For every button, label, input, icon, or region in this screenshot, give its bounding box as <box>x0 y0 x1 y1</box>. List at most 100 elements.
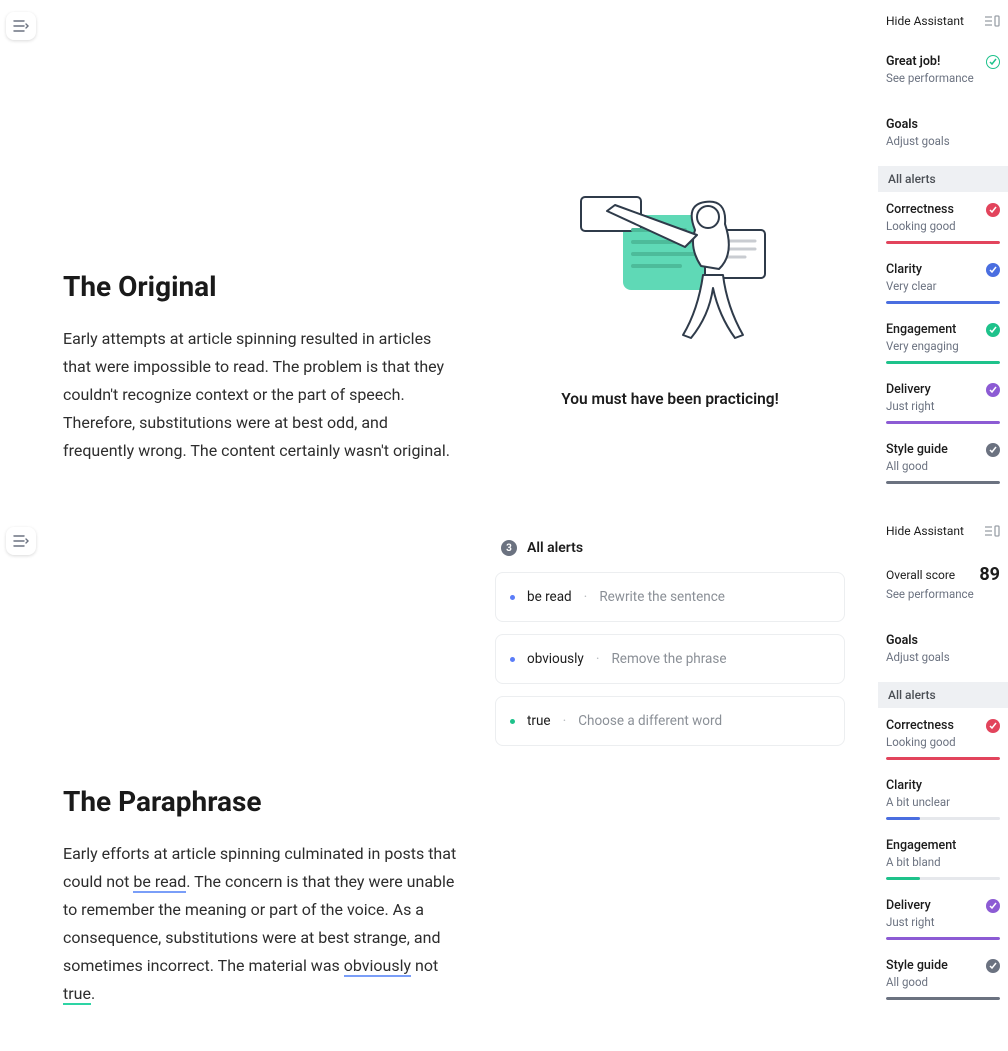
goals-label: Goals <box>886 117 918 132</box>
alert-card-obviously[interactable]: obviously · Remove the phrase <box>495 634 845 684</box>
assistant-panel-2: Hide Assistant Overall score 89 See perf… <box>878 510 1008 1008</box>
outline-icon <box>13 19 29 33</box>
category-bar <box>886 937 1000 940</box>
check-badge-icon <box>986 203 1000 217</box>
category-name: Style guide <box>886 958 948 973</box>
suggestion-be-read[interactable]: be read <box>133 872 186 893</box>
all-alerts-tab[interactable]: All alerts <box>878 682 1008 708</box>
alert-card-be-read[interactable]: be read · Rewrite the sentence <box>495 572 845 622</box>
alert-hint: Remove the phrase <box>611 651 726 667</box>
panel-collapse-icon <box>984 525 1000 537</box>
section-title-paraphrase: The Paraphrase <box>63 785 458 818</box>
alert-separator: · <box>584 589 588 605</box>
category-sub: Looking good <box>886 735 1000 749</box>
category-name: Delivery <box>886 898 931 913</box>
category-name: Engagement <box>886 838 956 853</box>
alert-dot-icon <box>510 657 515 662</box>
check-badge-icon <box>986 263 1000 277</box>
category-delivery[interactable]: Delivery Just right <box>878 888 1008 948</box>
alert-hint: Rewrite the sentence <box>599 589 725 605</box>
alerts-header[interactable]: 3 All alerts <box>495 532 845 572</box>
panel-collapse-icon <box>984 15 1000 27</box>
check-badge-icon <box>986 719 1000 733</box>
checkmark-ring-icon <box>986 55 1000 69</box>
alert-card-true[interactable]: true · Choose a different word <box>495 696 845 746</box>
category-correctness[interactable]: Correctness Looking good <box>878 192 1008 252</box>
category-name: Clarity <box>886 778 922 793</box>
outline-icon <box>13 534 29 548</box>
category-bar <box>886 421 1000 424</box>
category-bar <box>886 757 1000 760</box>
category-sub: A bit unclear <box>886 795 1000 809</box>
category-name: Style guide <box>886 442 948 457</box>
section-title-original: The Original <box>63 270 458 303</box>
performance-row[interactable]: Great job! See performance <box>878 40 1008 103</box>
category-bar <box>886 817 1000 820</box>
alert-word: be read <box>527 589 572 605</box>
practice-illustration: You must have been practicing! <box>495 175 845 408</box>
headline-sub: See performance <box>886 71 1000 93</box>
category-correctness[interactable]: Correctness Looking good <box>878 708 1008 768</box>
category-sub: All good <box>886 459 1000 473</box>
category-bar <box>886 241 1000 244</box>
category-delivery[interactable]: Delivery Just right <box>878 372 1008 432</box>
hide-assistant-button[interactable]: Hide Assistant <box>886 518 1000 540</box>
check-badge-icon <box>986 959 1000 973</box>
category-bar <box>886 997 1000 1000</box>
practice-illustration-svg <box>545 175 795 360</box>
editor-paraphrase: The Paraphrase Early efforts at article … <box>63 515 458 1008</box>
suggestion-obviously[interactable]: obviously <box>344 956 411 977</box>
score-label: Overall score <box>886 568 955 582</box>
outline-toggle-button[interactable] <box>6 527 36 555</box>
category-bar <box>886 877 1000 880</box>
hide-assistant-label: Hide Assistant <box>886 14 964 28</box>
all-alerts-tab[interactable]: All alerts <box>878 166 1008 192</box>
outline-toggle-button[interactable] <box>6 12 36 40</box>
check-badge-icon <box>986 323 1000 337</box>
category-engagement[interactable]: Engagement A bit bland <box>878 828 1008 888</box>
alert-word: obviously <box>527 651 584 667</box>
category-style-guide[interactable]: Style guide All good <box>878 948 1008 1008</box>
goals-row[interactable]: Goals Adjust goals <box>878 103 1008 166</box>
section-original: The Original Early attempts at article s… <box>0 0 878 515</box>
category-style-guide[interactable]: Style guide All good <box>878 432 1008 492</box>
category-name: Delivery <box>886 382 931 397</box>
category-name: Correctness <box>886 718 954 733</box>
body-text-paraphrase[interactable]: Early efforts at article spinning culmin… <box>63 840 458 1008</box>
category-sub: Just right <box>886 915 1000 929</box>
alert-separator: · <box>563 713 567 729</box>
category-name: Engagement <box>886 322 956 337</box>
section-paraphrase: The Paraphrase Early efforts at article … <box>0 515 878 1050</box>
assistant-sidebar: Hide Assistant Great job! See performanc… <box>878 0 1008 1051</box>
category-sub: Very engaging <box>886 339 1000 353</box>
alerts-count-badge: 3 <box>501 540 517 556</box>
alert-separator: · <box>596 651 600 667</box>
headline-text: Great job! <box>886 54 940 69</box>
hide-assistant-label: Hide Assistant <box>886 524 964 538</box>
goals-sub: Adjust goals <box>886 650 1000 672</box>
body-text-original[interactable]: Early attempts at article spinning resul… <box>63 325 458 465</box>
check-badge-icon <box>986 899 1000 913</box>
alert-dot-icon <box>510 595 515 600</box>
alerts-header-label: All alerts <box>527 540 583 556</box>
alerts-panel: 3 All alerts be read · Rewrite the sente… <box>495 532 845 758</box>
suggestion-true[interactable]: true <box>63 984 91 1005</box>
category-sub: Very clear <box>886 279 1000 293</box>
goals-label: Goals <box>886 633 918 648</box>
check-badge-icon <box>986 443 1000 457</box>
category-clarity[interactable]: Clarity Very clear <box>878 252 1008 312</box>
category-sub: A bit bland <box>886 855 1000 869</box>
category-sub: Looking good <box>886 219 1000 233</box>
score-row[interactable]: Overall score 89 See performance <box>878 550 1008 619</box>
check-badge-icon <box>986 383 1000 397</box>
editor-original: The Original Early attempts at article s… <box>63 0 458 465</box>
category-sub: Just right <box>886 399 1000 413</box>
praise-text: You must have been practicing! <box>495 390 845 408</box>
hide-assistant-button[interactable]: Hide Assistant <box>886 8 1000 30</box>
category-engagement[interactable]: Engagement Very engaging <box>878 312 1008 372</box>
category-clarity[interactable]: Clarity A bit unclear <box>878 768 1008 828</box>
goals-row[interactable]: Goals Adjust goals <box>878 619 1008 682</box>
score-sub: See performance <box>886 587 1000 609</box>
alert-word: true <box>527 713 551 729</box>
goals-sub: Adjust goals <box>886 134 1000 156</box>
